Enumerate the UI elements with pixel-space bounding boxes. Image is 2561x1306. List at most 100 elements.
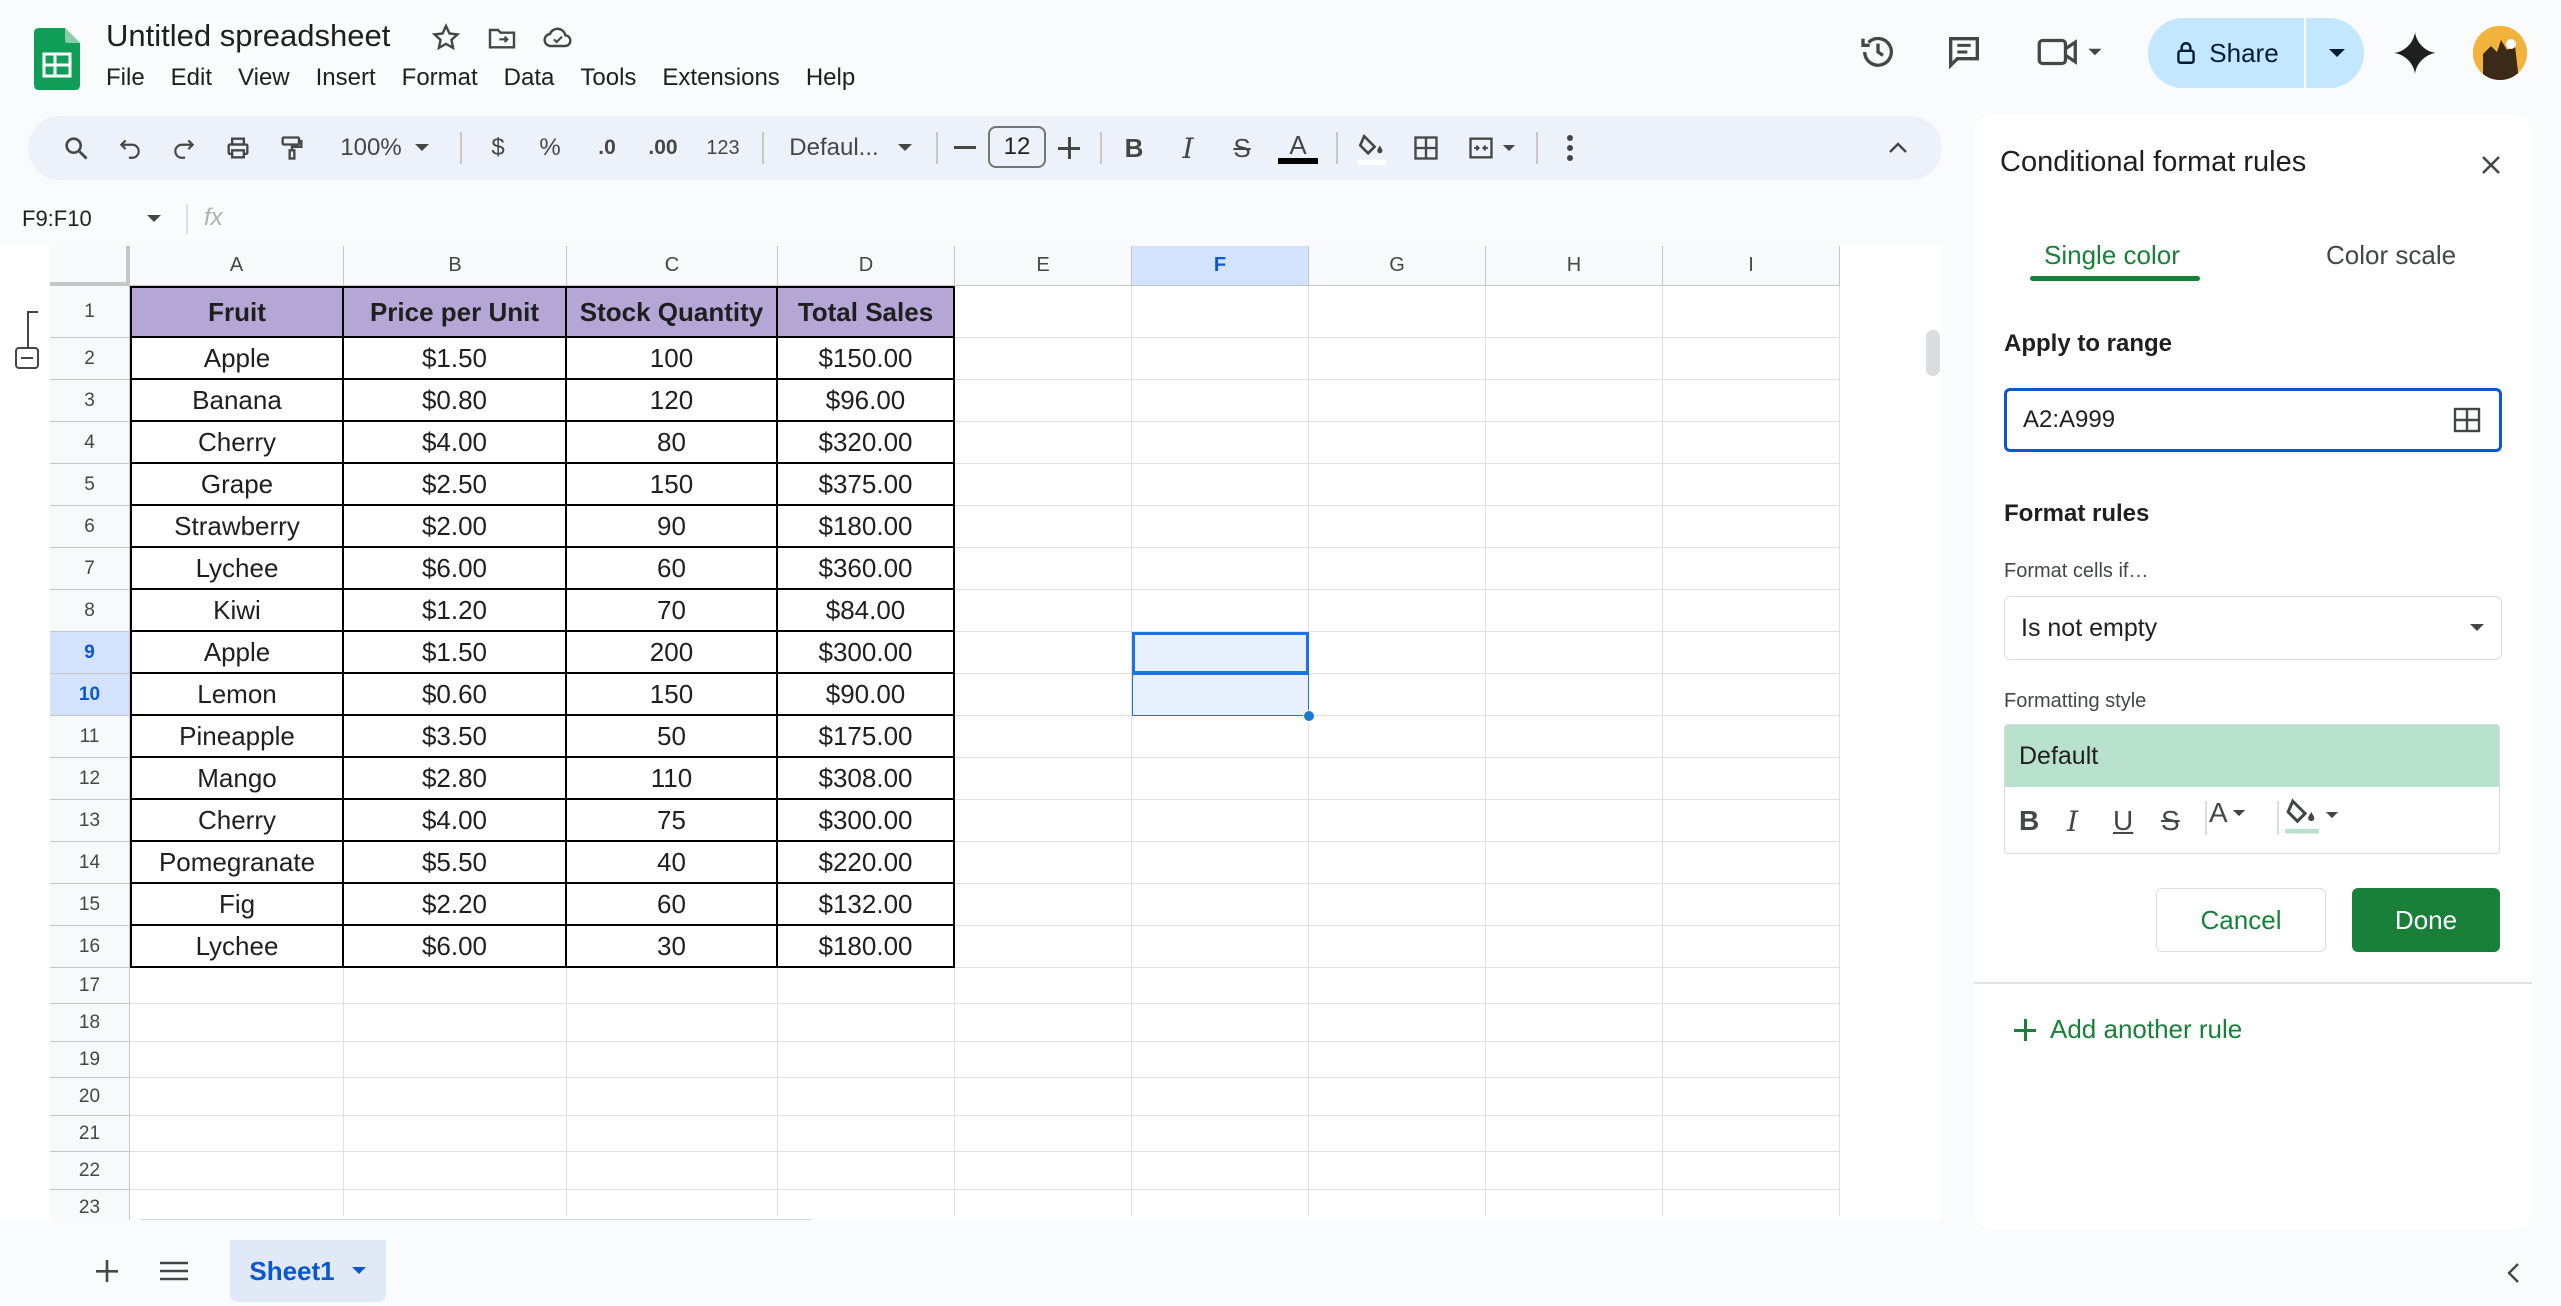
- range-input[interactable]: A2:A999: [2004, 388, 2502, 452]
- cell[interactable]: $0.80: [344, 380, 567, 422]
- vertical-scrollbar[interactable]: [1924, 286, 1942, 1220]
- cell[interactable]: [1486, 926, 1663, 968]
- print-button[interactable]: [218, 128, 258, 168]
- row-header-16[interactable]: 16: [50, 926, 130, 968]
- row-header-17[interactable]: 17: [50, 968, 130, 1004]
- style-text-color-button[interactable]: A: [2209, 797, 2246, 829]
- cell[interactable]: [1486, 842, 1663, 884]
- cell[interactable]: [1486, 506, 1663, 548]
- font-size-input[interactable]: 12: [988, 126, 1046, 168]
- sheet-tab-sheet1[interactable]: Sheet1: [230, 1240, 386, 1302]
- meet-video-icon[interactable]: [2036, 32, 2108, 72]
- cell[interactable]: [1663, 842, 1840, 884]
- collapse-toolbar-button[interactable]: [1878, 128, 1918, 168]
- cell[interactable]: [1663, 506, 1840, 548]
- cell[interactable]: [567, 1078, 778, 1116]
- cell[interactable]: [955, 800, 1132, 842]
- cell[interactable]: [1132, 548, 1309, 590]
- fill-color-button[interactable]: [1350, 128, 1394, 168]
- cell[interactable]: $220.00: [778, 842, 955, 884]
- cell[interactable]: [567, 1004, 778, 1042]
- version-history-icon[interactable]: [1858, 32, 1898, 72]
- cell[interactable]: [1486, 884, 1663, 926]
- undo-button[interactable]: [110, 128, 150, 168]
- style-bold-button[interactable]: B: [2019, 805, 2039, 837]
- document-title[interactable]: Untitled spreadsheet: [106, 18, 390, 54]
- selected-cell[interactable]: [1132, 674, 1309, 716]
- column-header-e[interactable]: E: [955, 246, 1132, 286]
- cell[interactable]: [1663, 1116, 1840, 1152]
- cell[interactable]: [1309, 464, 1486, 506]
- cell[interactable]: [778, 1078, 955, 1116]
- cell[interactable]: Lychee: [130, 926, 344, 968]
- cell[interactable]: [1663, 884, 1840, 926]
- cell[interactable]: $300.00: [778, 800, 955, 842]
- cell[interactable]: [1132, 1078, 1309, 1116]
- header-cell[interactable]: Fruit: [130, 286, 344, 338]
- cell[interactable]: $0.60: [344, 674, 567, 716]
- cell[interactable]: [955, 758, 1132, 800]
- row-header-3[interactable]: 3: [50, 380, 130, 422]
- cell[interactable]: 110: [567, 758, 778, 800]
- cell[interactable]: [1663, 758, 1840, 800]
- cell[interactable]: [1132, 1116, 1309, 1152]
- share-button[interactable]: Share: [2148, 18, 2304, 88]
- style-italic-button[interactable]: I: [2067, 805, 2078, 838]
- cell[interactable]: [778, 968, 955, 1004]
- cancel-button[interactable]: Cancel: [2156, 888, 2326, 952]
- row-header-22[interactable]: 22: [50, 1152, 130, 1190]
- cell[interactable]: [130, 1116, 344, 1152]
- strikethrough-button[interactable]: S: [1222, 128, 1262, 168]
- cell[interactable]: [1663, 1152, 1840, 1190]
- add-sheet-icon[interactable]: [96, 1260, 118, 1282]
- cell[interactable]: [955, 422, 1132, 464]
- cell[interactable]: [955, 674, 1132, 716]
- cell[interactable]: [1663, 464, 1840, 506]
- cell[interactable]: [1663, 286, 1840, 338]
- cell[interactable]: [955, 1042, 1132, 1078]
- cell[interactable]: 40: [567, 842, 778, 884]
- cell[interactable]: [567, 968, 778, 1004]
- cell[interactable]: $2.00: [344, 506, 567, 548]
- cell[interactable]: 150: [567, 464, 778, 506]
- cell[interactable]: $84.00: [778, 590, 955, 632]
- cell[interactable]: [130, 1152, 344, 1190]
- column-header-f[interactable]: F: [1132, 246, 1309, 286]
- cell[interactable]: 150: [567, 674, 778, 716]
- cell[interactable]: $360.00: [778, 548, 955, 590]
- cell[interactable]: Kiwi: [130, 590, 344, 632]
- cell[interactable]: [955, 716, 1132, 758]
- cell[interactable]: [1486, 716, 1663, 758]
- row-header-13[interactable]: 13: [50, 800, 130, 842]
- cell[interactable]: $2.80: [344, 758, 567, 800]
- cell[interactable]: [1309, 926, 1486, 968]
- cell[interactable]: [1132, 1152, 1309, 1190]
- cell[interactable]: [1486, 548, 1663, 590]
- cell[interactable]: [1309, 632, 1486, 674]
- cell[interactable]: [1309, 506, 1486, 548]
- cell[interactable]: [1309, 842, 1486, 884]
- row-header-4[interactable]: 4: [50, 422, 130, 464]
- cloud-saved-icon[interactable]: [542, 22, 574, 54]
- cell[interactable]: $4.00: [344, 422, 567, 464]
- cell[interactable]: Mango: [130, 758, 344, 800]
- tab-color-scale[interactable]: Color scale: [2326, 240, 2456, 271]
- cell[interactable]: [1309, 548, 1486, 590]
- cell[interactable]: [1132, 464, 1309, 506]
- style-underline-button[interactable]: U: [2113, 805, 2133, 837]
- cell[interactable]: $308.00: [778, 758, 955, 800]
- row-header-9[interactable]: 9: [50, 632, 130, 674]
- paint-format-button[interactable]: [272, 128, 312, 168]
- cell[interactable]: [1132, 1042, 1309, 1078]
- cell[interactable]: $132.00: [778, 884, 955, 926]
- cell[interactable]: 120: [567, 380, 778, 422]
- cell[interactable]: [955, 286, 1132, 338]
- row-header-19[interactable]: 19: [50, 1042, 130, 1078]
- cell[interactable]: Apple: [130, 338, 344, 380]
- cell[interactable]: 50: [567, 716, 778, 758]
- cell[interactable]: [1309, 800, 1486, 842]
- increase-decimal-button[interactable]: .00: [638, 128, 688, 168]
- cell[interactable]: [1309, 338, 1486, 380]
- cell[interactable]: [955, 1078, 1132, 1116]
- cell[interactable]: [1486, 1152, 1663, 1190]
